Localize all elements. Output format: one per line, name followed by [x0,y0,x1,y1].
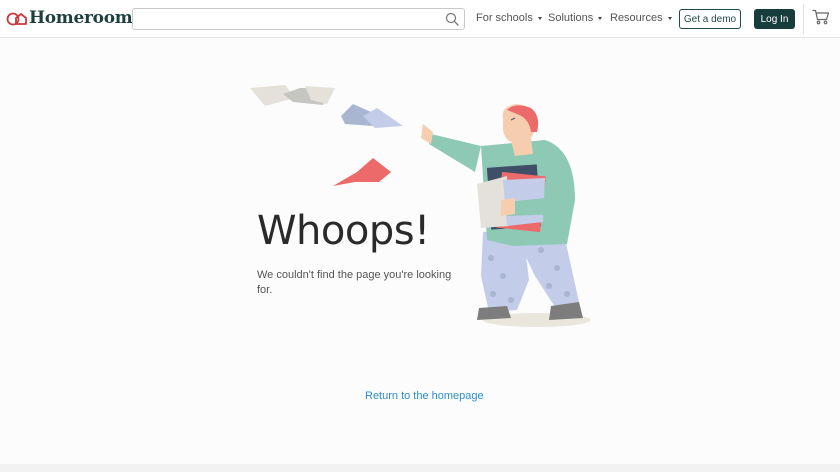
logo-text: Homeroom [29,8,133,28]
login-button[interactable]: Log In [754,9,795,29]
caret-down-icon [667,16,672,20]
search-icon[interactable] [445,12,459,26]
footer-strip [0,464,840,472]
nav-label: Resources [610,12,663,24]
logo-icon [6,12,27,26]
nav-for-schools[interactable]: For schools [476,12,542,24]
get-demo-button[interactable]: Get a demo [679,9,741,29]
header-divider [803,4,804,34]
cart-icon[interactable] [812,9,830,25]
page-title: Whoops! [257,208,430,254]
caret-down-icon [537,16,542,20]
nav-solutions[interactable]: Solutions [548,12,603,24]
nav-label: Solutions [548,12,594,24]
caret-down-icon [598,16,603,20]
site-header: Homeroom For schools Solutions Resources… [0,0,840,38]
nav-label: For schools [476,12,533,24]
search-input[interactable] [139,9,439,29]
return-home-link[interactable]: Return to the homepage [365,390,484,402]
logo-link[interactable]: Homeroom [6,6,133,30]
search-box [132,8,465,30]
not-found-message: We couldn't find the page you're looking… [257,269,452,296]
nav-resources[interactable]: Resources [610,12,672,24]
